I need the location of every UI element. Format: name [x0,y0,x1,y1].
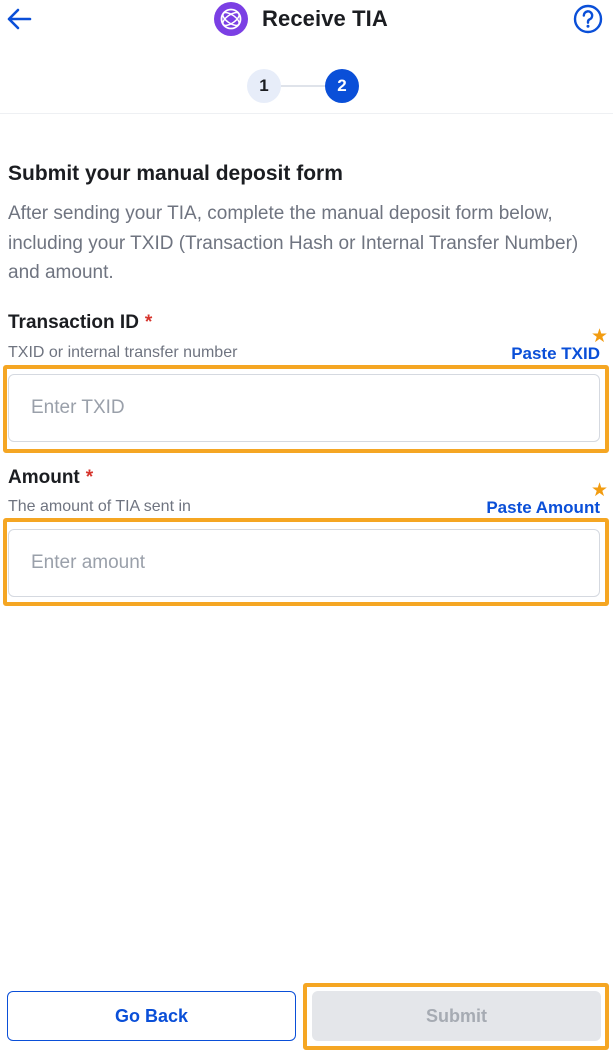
transaction-id-label: Transaction ID * [8,312,152,334]
paste-amount-button[interactable]: Paste Amount [486,498,600,518]
paste-txid-button[interactable]: Paste TXID [511,344,600,364]
step-2-indicator-active: 2 [325,69,359,103]
transaction-id-label-text: Transaction ID [8,312,139,333]
stepper: 1 2 [247,69,361,103]
amount-hint: The amount of TIA sent in [8,498,191,515]
required-asterisk: * [85,467,94,488]
header-divider [0,113,613,114]
header-title-group: Receive TIA [214,2,388,36]
go-back-button[interactable]: Go Back [7,991,296,1041]
submit-button[interactable]: Submit [312,991,601,1041]
arrow-left-icon [7,8,32,30]
txid-input-wrapper [8,374,600,442]
form-description: After sending your TIA, complete the man… [8,203,579,283]
question-circle-icon [573,4,603,34]
step-1-indicator: 1 [247,69,281,103]
receive-tia-page: Receive TIA 1 2 Submit your manual depos… [0,0,613,1054]
txid-input[interactable] [9,375,599,441]
page-title: Receive TIA [262,6,388,31]
celestia-tia-logo-icon [214,2,248,36]
transaction-id-hint: TXID or internal transfer number [8,344,238,361]
stepper-connector [281,85,327,87]
form-title: Submit your manual deposit form [8,162,343,185]
required-asterisk: * [144,312,153,333]
amount-label: Amount * [8,467,93,489]
help-button[interactable] [572,3,604,35]
amount-input[interactable] [9,530,599,596]
amount-label-text: Amount [8,467,80,488]
back-button[interactable] [4,4,34,34]
amount-input-wrapper [8,529,600,597]
